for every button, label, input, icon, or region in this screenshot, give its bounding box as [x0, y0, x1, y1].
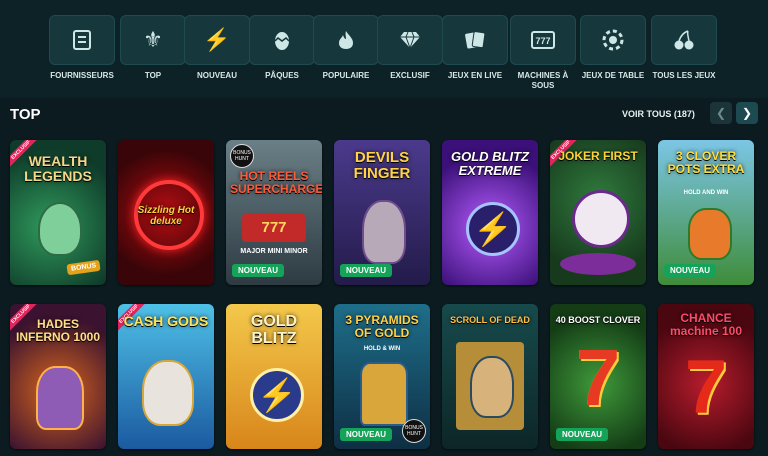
game-title: GOLD BLITZ EXTREME: [451, 149, 529, 178]
category-label: POPULAIRE: [322, 71, 370, 80]
bonus-label: BONUS: [66, 259, 101, 276]
game-card-sizzling-hot[interactable]: Sizzling Hot deluxe: [118, 140, 214, 285]
lightning-art-icon: ⚡: [250, 368, 304, 422]
category-top[interactable]: ⚜ TOP: [119, 15, 187, 81]
category-live[interactable]: JEUX EN LIVE: [441, 15, 509, 81]
seven-art: 7: [684, 345, 728, 430]
category-label: MACHINES À SOUS: [517, 71, 569, 90]
jackpot-labels: MAJOR MINI MINOR: [240, 248, 308, 255]
bonus-hunt-logo: BONUS HUNT: [402, 419, 426, 443]
category-all[interactable]: TOUS LES JEUX: [650, 15, 718, 81]
game-card-3-clover-pots[interactable]: 3 CLOVER POTS EXTRA HOLD AND WIN NOUVEAU: [658, 140, 754, 285]
game-card-scroll-of-dead[interactable]: SCROLL OF DEAD: [442, 304, 538, 449]
crown-icon: ⚜: [120, 15, 186, 65]
game-card-chance-machine[interactable]: CHANCE machine 100 7: [658, 304, 754, 449]
slot-machine-icon: 777: [510, 15, 576, 65]
character-art: [362, 200, 406, 264]
game-title: SCROLL OF DEAD: [450, 315, 530, 325]
diamond-icon: [377, 15, 443, 65]
category-label: FOURNISSEURS: [50, 71, 114, 80]
provider-icon: [49, 15, 115, 65]
chevron-left-icon: ❮: [715, 106, 727, 120]
game-title: WEALTH LEGENDS: [24, 153, 92, 184]
game-title: Sizzling Hot deluxe: [137, 205, 195, 227]
leprechaun-art: [688, 208, 732, 260]
seven-art: 7: [575, 333, 621, 422]
category-label: TOUS LES JEUX: [652, 71, 716, 80]
category-bar: FOURNISSEURS ⚜ TOP ⚡ NOUVEAU PÂQUES POPU…: [0, 0, 768, 98]
category-label: EXCLUSIF: [390, 71, 430, 80]
category-label: PÂQUES: [265, 71, 299, 80]
bonus-hunt-logo: BONUS HUNT: [230, 144, 254, 168]
flame-icon: [313, 15, 379, 65]
medusa-art: [38, 202, 82, 256]
hades-art: [36, 366, 84, 430]
section-title: TOP: [10, 106, 41, 123]
game-card-joker[interactable]: EXCLUSIF JOKER FIRST: [550, 140, 646, 285]
category-exclusive[interactable]: EXCLUSIF: [376, 15, 444, 81]
easter-egg-icon: [249, 15, 315, 65]
game-card-devils-finger[interactable]: DEVILS FINGER NOUVEAU: [334, 140, 430, 285]
game-title: CHANCE machine 100: [669, 311, 743, 338]
chip-icon: [580, 15, 646, 65]
joker-art: [572, 190, 630, 248]
game-title: CASH GODS: [123, 313, 209, 329]
category-label: JEUX DE TABLE: [581, 71, 645, 80]
game-title: JOKER FIRST: [558, 149, 638, 163]
hold-and-win-label: HOLD & WIN: [363, 346, 401, 352]
cleopatra-art: [470, 356, 514, 418]
game-title: DEVILS FINGER: [353, 149, 411, 182]
see-all-link[interactable]: VOIR TOUS (187): [622, 109, 695, 119]
game-title: HADES INFERNO 1000: [15, 317, 101, 344]
lightning-icon: ⚡: [184, 15, 250, 65]
game-card-hades-inferno[interactable]: EXCLUSIF HADES INFERNO 1000: [10, 304, 106, 449]
category-slots[interactable]: 777 MACHINES À SOUS: [509, 15, 577, 91]
game-title: HOT REELS SUPERCHARGED: [230, 169, 322, 196]
game-card-40-boost-clover[interactable]: 40 BOOST CLOVER 7 NOUVEAU: [550, 304, 646, 449]
category-table[interactable]: JEUX DE TABLE: [579, 15, 647, 81]
next-button[interactable]: ❯: [736, 102, 758, 124]
lightning-art-icon: ⚡: [466, 202, 520, 256]
chevron-right-icon: ❯: [741, 106, 753, 120]
new-badge: NOUVEAU: [232, 264, 285, 277]
category-providers[interactable]: FOURNISSEURS: [48, 15, 116, 81]
previous-button[interactable]: ❮: [710, 102, 732, 124]
game-card-cash-gods[interactable]: EXCLUSIF CASH GODS: [118, 304, 214, 449]
category-easter[interactable]: PÂQUES: [248, 15, 316, 81]
zeus-art: [142, 360, 194, 426]
category-popular[interactable]: POPULAIRE: [312, 15, 380, 81]
cards-icon: [442, 15, 508, 65]
category-label: NOUVEAU: [196, 71, 237, 80]
game-card-gold-blitz[interactable]: GOLD BLITZ ⚡: [226, 304, 322, 449]
game-title: 40 BOOST CLOVER: [555, 315, 641, 325]
new-badge: NOUVEAU: [664, 264, 717, 277]
hold-and-win-label: HOLD AND WIN: [683, 190, 729, 196]
category-label: TOP: [144, 71, 162, 80]
game-card-hot-reels[interactable]: BONUS HUNT HOT REELS SUPERCHARGED 777 MA…: [226, 140, 322, 285]
category-new[interactable]: ⚡ NOUVEAU: [183, 15, 251, 81]
svg-text:777: 777: [535, 36, 550, 46]
cherries-icon: [651, 15, 717, 65]
game-title: GOLD BLITZ: [250, 313, 298, 347]
new-badge: NOUVEAU: [340, 264, 393, 277]
pharaoh-art: [360, 362, 408, 426]
game-card-gold-blitz-extreme[interactable]: GOLD BLITZ EXTREME ⚡: [442, 140, 538, 285]
game-title: 3 PYRAMIDS OF GOLD: [345, 313, 419, 340]
game-title: 3 CLOVER POTS EXTRA: [667, 149, 745, 176]
seven-art: 777: [242, 214, 306, 242]
pedestal-art: [560, 253, 636, 275]
category-label: JEUX EN LIVE: [447, 71, 503, 80]
new-badge: NOUVEAU: [340, 428, 393, 441]
game-card-3-pyramids[interactable]: 3 PYRAMIDS OF GOLD HOLD & WIN BONUS HUNT…: [334, 304, 430, 449]
new-badge: NOUVEAU: [556, 428, 609, 441]
game-card-wealth-legends[interactable]: EXCLUSIF WEALTH LEGENDS BONUS: [10, 140, 106, 285]
